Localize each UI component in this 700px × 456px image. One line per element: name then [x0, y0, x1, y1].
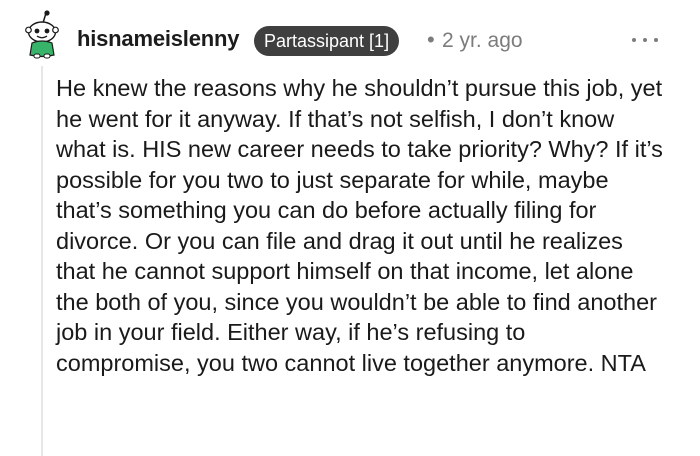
comment-body: He knew the reasons why he shouldn’t pur…: [56, 75, 663, 376]
comment-author[interactable]: hisnameislenny: [77, 26, 239, 52]
more-dot: [632, 38, 636, 42]
comment-thread-line[interactable]: [41, 66, 43, 456]
more-dot: [654, 38, 658, 42]
user-flair-badge: Partassipant [1]: [254, 26, 400, 56]
more-dot: [643, 38, 647, 42]
more-horizontal-icon[interactable]: [630, 34, 660, 46]
comment-header: hisnameislenny Partassipant [1] • 2 yr. …: [0, 0, 700, 70]
comment-timestamp[interactable]: 2 yr. ago: [442, 29, 523, 53]
snoo-avatar-icon[interactable]: [24, 10, 60, 60]
meta-separator: •: [427, 27, 435, 52]
